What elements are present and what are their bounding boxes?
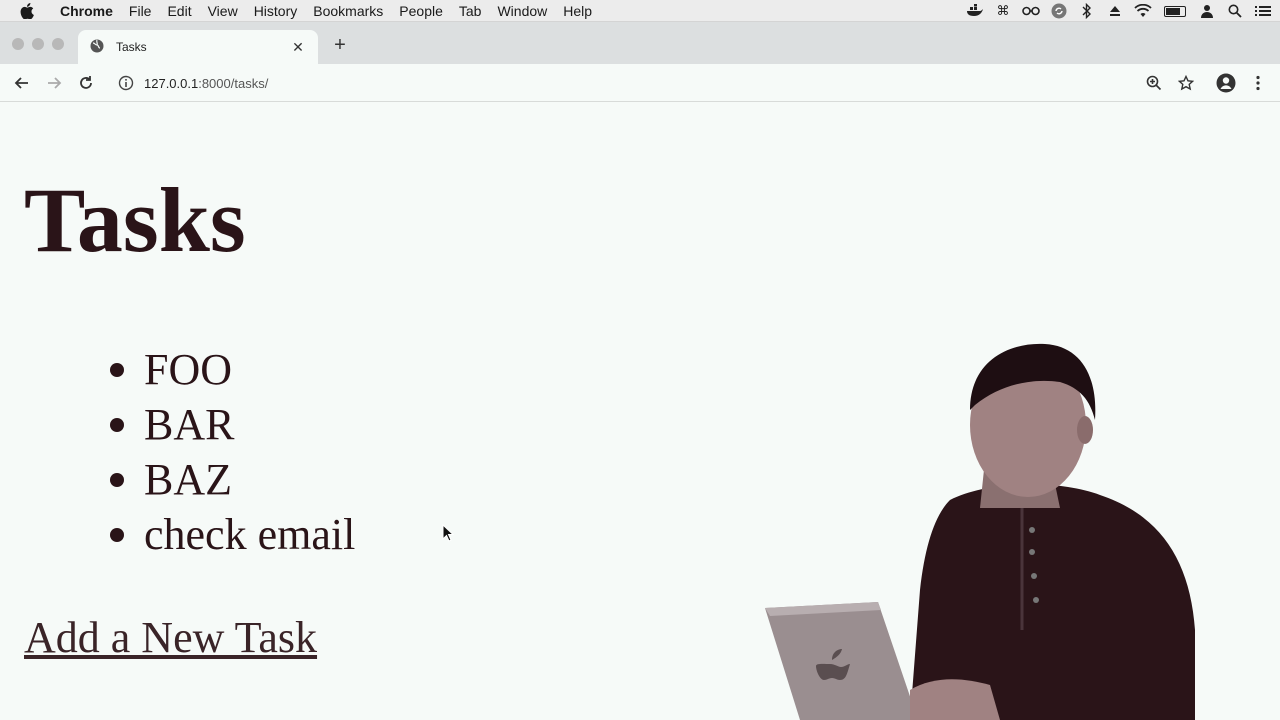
status-area: ⌘ (966, 0, 1272, 22)
url-host: 127.0.0.1 (144, 75, 199, 91)
bullet-icon (110, 362, 124, 377)
tab-tasks[interactable]: Tasks ✕ (78, 30, 318, 64)
close-window-button[interactable] (12, 38, 24, 50)
macos-menu-bar: Chrome File Edit View History Bookmarks … (0, 0, 1280, 22)
list-item: FOO (104, 342, 355, 397)
back-button[interactable] (12, 73, 32, 93)
tab-strip: Tasks ✕ + (0, 22, 1280, 64)
sync-icon[interactable] (1050, 3, 1068, 19)
list-icon[interactable] (1254, 3, 1272, 19)
url-text[interactable]: 127.0.0.1:8000/tasks/ (144, 76, 268, 91)
bullet-icon (110, 527, 124, 542)
arrow-right-icon (48, 77, 62, 89)
account-circle-icon (1216, 73, 1236, 93)
menu-view[interactable]: View (200, 3, 246, 19)
task-text: BAR (144, 400, 235, 449)
info-icon[interactable] (118, 75, 134, 91)
menu-window[interactable]: Window (489, 3, 555, 19)
menu-help[interactable]: Help (555, 3, 600, 19)
menu-bookmarks[interactable]: Bookmarks (305, 3, 391, 19)
menu-file[interactable]: File (121, 3, 160, 19)
reload-button[interactable] (76, 73, 96, 93)
user-icon[interactable] (1198, 3, 1216, 19)
docker-icon[interactable] (966, 3, 984, 19)
tab-title: Tasks (116, 40, 147, 54)
task-text: BAZ (144, 455, 232, 504)
globe-icon (90, 39, 106, 55)
reload-icon (80, 76, 92, 89)
url-path: :8000/tasks/ (198, 75, 269, 91)
star-icon (1178, 75, 1194, 91)
menu-edit[interactable]: Edit (159, 3, 199, 19)
bookmark-star-button[interactable] (1176, 73, 1196, 93)
bluetooth-icon[interactable] (1078, 3, 1096, 19)
bullet-icon (110, 472, 124, 487)
zoom-icon (1146, 75, 1162, 91)
wifi-icon[interactable] (1134, 3, 1152, 19)
page-heading: Tasks (24, 169, 246, 271)
minimize-window-button[interactable] (32, 38, 44, 50)
new-tab-button[interactable]: + (330, 35, 350, 55)
window-controls (12, 38, 64, 50)
zoom-button[interactable] (1144, 73, 1164, 93)
bullet-icon (110, 417, 124, 432)
task-text: FOO (144, 345, 233, 394)
presenter-video-overlay (760, 330, 1280, 720)
menu-app-name[interactable]: Chrome (52, 3, 121, 19)
browser-toolbar: 127.0.0.1:8000/tasks/ (0, 64, 1280, 102)
menu-history[interactable]: History (246, 3, 306, 19)
mouse-cursor-icon (442, 523, 455, 547)
list-item: BAZ (104, 452, 355, 507)
task-text: check email (144, 510, 356, 559)
menu-people[interactable]: People (391, 3, 451, 19)
maximize-window-button[interactable] (52, 38, 64, 50)
battery-icon[interactable] (1162, 3, 1188, 19)
arrow-left-icon (14, 77, 28, 89)
list-item: check email (104, 507, 355, 562)
task-list: FOO BAR BAZ check email (104, 342, 355, 562)
menu-button[interactable] (1248, 73, 1268, 93)
glasses-icon[interactable] (1022, 3, 1040, 19)
spotlight-icon[interactable] (1226, 3, 1244, 19)
list-item: BAR (104, 397, 355, 452)
apple-logo-icon[interactable] (20, 2, 38, 19)
forward-button[interactable] (44, 73, 64, 93)
address-bar[interactable]: 127.0.0.1:8000/tasks/ (108, 68, 1168, 98)
add-new-task-link[interactable]: Add a New Task (24, 612, 317, 663)
menu-tab[interactable]: Tab (451, 3, 490, 19)
more-vert-icon (1256, 75, 1260, 91)
command-icon[interactable]: ⌘ (994, 3, 1012, 19)
profile-button[interactable] (1216, 73, 1236, 93)
close-tab-icon[interactable]: ✕ (290, 39, 306, 56)
eject-icon[interactable] (1106, 3, 1124, 19)
